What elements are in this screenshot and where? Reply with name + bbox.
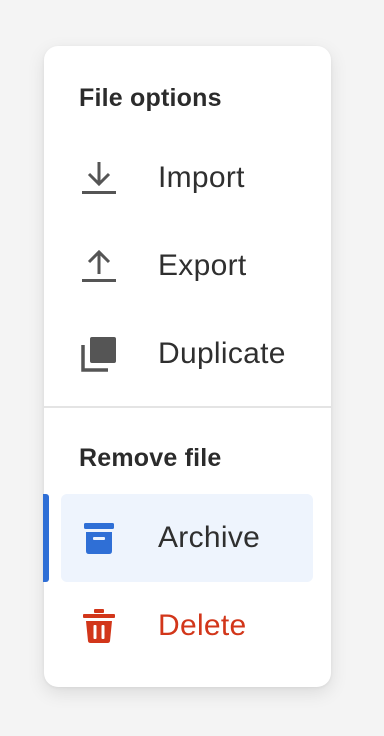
menu-item-delete[interactable]: Delete (61, 582, 313, 670)
menu-item-export[interactable]: Export (61, 222, 313, 310)
download-icon (79, 158, 119, 198)
section-title-file-options: File options (79, 84, 222, 112)
menu-item-import[interactable]: Import (61, 134, 313, 222)
file-options-menu: File options Import Export Duplicate Rem… (43, 46, 331, 687)
section-title-remove-file: Remove file (79, 444, 222, 472)
upload-icon (79, 246, 119, 286)
menu-item-label: Archive (158, 521, 261, 554)
archive-icon (79, 518, 119, 558)
menu-item-label: Delete (158, 609, 247, 642)
menu-item-label: Duplicate (158, 337, 286, 370)
section-divider (44, 406, 331, 408)
menu-item-archive[interactable]: Archive (61, 494, 313, 582)
selection-indicator (43, 494, 49, 582)
duplicate-icon (79, 334, 119, 374)
menu-item-duplicate[interactable]: Duplicate (61, 310, 313, 398)
menu-item-label: Import (158, 161, 245, 194)
trash-icon (79, 606, 119, 646)
menu-item-label: Export (158, 249, 247, 282)
